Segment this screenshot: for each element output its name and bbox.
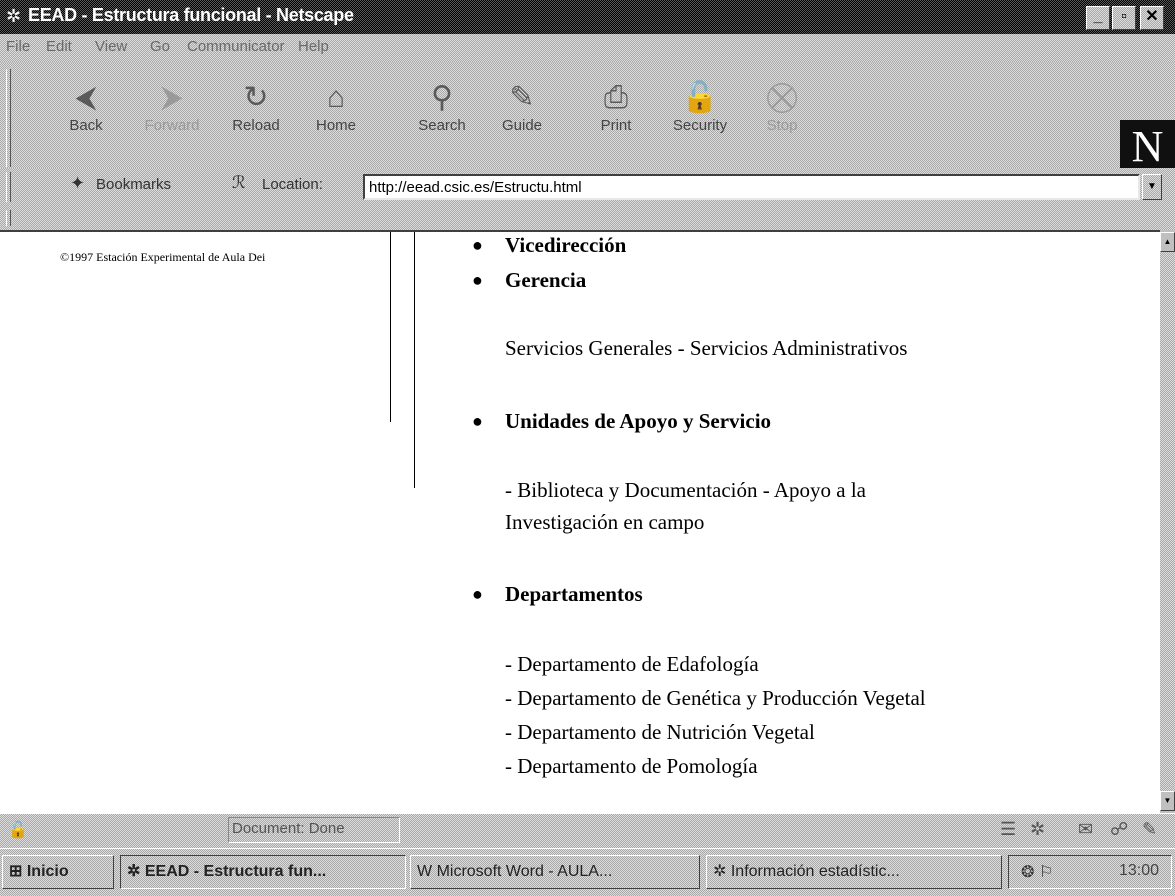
search-label: Search — [418, 117, 466, 134]
security-label: Security — [672, 117, 728, 134]
stop-button[interactable]: ⛒ Stop — [750, 79, 814, 151]
windows-taskbar: ⊞ Inicio ✲ EEAD - Estructura fun... W Mi… — [0, 848, 1175, 896]
department-link[interactable]: - Departamento de Nutrición Vegetal — [505, 716, 815, 748]
page-content: ©1997 Estación Experimental de Aula Dei … — [0, 230, 1160, 813]
task-label: EEAD - Estructura fun... — [144, 863, 327, 880]
forward-arrow-icon: ⮞ — [161, 81, 183, 114]
home-label: Home — [315, 117, 356, 134]
bookmarks-button[interactable]: Bookmarks — [96, 176, 171, 193]
system-tray: ❂ ⚐ 13:00 — [1008, 855, 1172, 889]
section-heading-gerencia[interactable]: Gerencia — [505, 268, 586, 293]
search-button[interactable]: ⚲ Search — [410, 79, 474, 151]
section-heading-departamentos[interactable]: Departamentos — [505, 582, 643, 607]
personal-toolbar-grip[interactable] — [6, 210, 11, 226]
location-page-icon[interactable]: ℛ — [232, 173, 246, 193]
section-heading-vicedireccion[interactable]: Vicedirección — [505, 233, 626, 258]
navigation-toolbar: ⮜ Back ⮞ Forward ↻ Reload ⌂ Home ⚲ Searc… — [0, 63, 1175, 173]
tray-clock[interactable]: 13:00 — [1119, 862, 1159, 880]
home-icon: ⌂ — [326, 81, 346, 114]
taskbar-task-word[interactable]: W Microsoft Word - AULA... — [410, 855, 700, 889]
section-heading-unidades[interactable]: Unidades de Apoyo y Servicio — [505, 409, 771, 434]
guide-icon: ✎ — [509, 81, 535, 114]
security-lock-icon: 🔓 — [681, 81, 719, 114]
netscape-task-icon: ✲ — [713, 863, 727, 880]
start-button[interactable]: ⊞ Inicio — [2, 855, 114, 889]
component-bar-composer-icon[interactable]: ✎ — [1142, 819, 1157, 840]
component-bar-discussions-icon[interactable]: ☍ — [1110, 819, 1128, 840]
print-icon: ⎙ — [604, 81, 628, 114]
url-input[interactable] — [363, 174, 1140, 200]
menu-file[interactable]: File — [6, 38, 30, 55]
print-label: Print — [600, 117, 632, 134]
menu-bar: File Edit View Go Communicator Help — [0, 34, 1175, 62]
scroll-up-arrow-icon[interactable]: ▲ — [1160, 232, 1175, 252]
component-bar-mail-icon[interactable]: ✉ — [1078, 819, 1093, 840]
guide-label: Guide — [501, 117, 543, 134]
bookmarks-icon[interactable]: ✦ — [70, 173, 85, 194]
taskbar-task-informacion[interactable]: ✲ Información estadístic... — [706, 855, 1002, 889]
location-bar-grip[interactable] — [6, 172, 11, 202]
menu-view[interactable]: View — [95, 38, 127, 55]
print-button[interactable]: ⎙ Print — [584, 79, 648, 151]
location-label: Location: — [262, 176, 323, 193]
gerencia-services: Servicios Generales - Servicios Administ… — [505, 336, 908, 360]
back-button[interactable]: ⮜ Back — [54, 79, 118, 151]
divider-line — [414, 232, 415, 488]
word-task-icon: W — [417, 863, 433, 880]
bullet-icon: ● — [472, 235, 483, 255]
task-label: Microsoft Word - AULA... — [436, 863, 613, 880]
reload-icon: ↻ — [243, 81, 269, 114]
status-bar: 🔓 Document: Done ☰ ✲ ✉ ☍ ✎ — [0, 813, 1175, 848]
url-dropdown-button[interactable]: ▼ — [1142, 174, 1162, 200]
netscape-window-icon: ✲ — [6, 6, 22, 26]
windows-logo-icon: ⊞ — [9, 863, 23, 880]
progress-icon: ☰ — [1000, 819, 1017, 839]
department-link[interactable]: - Departamento de Edafología — [505, 648, 759, 680]
stop-label: Stop — [766, 117, 798, 134]
divider-line — [390, 232, 391, 422]
department-link[interactable]: - Departamento de Pomología — [505, 750, 758, 782]
back-arrow-icon: ⮜ — [75, 81, 97, 114]
bullet-icon: ● — [472, 411, 483, 431]
reload-label: Reload — [232, 117, 280, 134]
security-button[interactable]: 🔓 Security — [668, 79, 732, 151]
start-label: Inicio — [26, 863, 69, 880]
vertical-scrollbar[interactable] — [1160, 232, 1175, 811]
unidades-line-2: Investigación en campo — [505, 510, 705, 534]
component-bar-navigator-icon[interactable]: ✲ — [1030, 819, 1045, 840]
menu-help[interactable]: Help — [298, 38, 329, 55]
home-button[interactable]: ⌂ Home — [304, 79, 368, 151]
netscape-task-icon: ✲ — [127, 863, 141, 880]
scroll-down-arrow-icon[interactable]: ▼ — [1160, 791, 1175, 811]
copyright-notice: ©1997 Estación Experimental de Aula Dei — [60, 250, 266, 264]
bullet-icon: ● — [472, 584, 483, 604]
forward-label: Forward — [144, 117, 200, 134]
maximize-button[interactable]: ▫ — [1112, 6, 1136, 30]
stop-icon: ⛒ — [766, 81, 798, 114]
menu-edit[interactable]: Edit — [46, 38, 72, 55]
minimize-button[interactable]: _ — [1086, 6, 1110, 30]
taskbar-task-netscape[interactable]: ✲ EEAD - Estructura fun... — [120, 855, 406, 889]
bullet-icon: ● — [472, 270, 483, 290]
menu-go[interactable]: Go — [150, 38, 170, 55]
title-bar[interactable]: ✲ EEAD - Estructura funcional - Netscape… — [0, 0, 1175, 34]
task-label: Información estadístic... — [730, 863, 900, 880]
reload-button[interactable]: ↻ Reload — [224, 79, 288, 151]
window-title: EEAD - Estructura funcional - Netscape — [28, 5, 354, 25]
status-text: Document: Done — [232, 820, 345, 837]
forward-button[interactable]: ⮞ Forward — [140, 79, 204, 151]
back-label: Back — [69, 117, 103, 134]
unidades-line-1: - Biblioteca y Documentación - Apoyo a l… — [505, 478, 866, 502]
toolbar-grip[interactable] — [6, 69, 11, 167]
tray-icons[interactable]: ❂ ⚐ — [1021, 862, 1053, 882]
menu-communicator[interactable]: Communicator — [187, 38, 285, 55]
search-icon: ⚲ — [431, 81, 453, 114]
personal-toolbar — [0, 208, 1175, 230]
close-button[interactable]: ✕ — [1140, 6, 1164, 30]
security-status-icon[interactable]: 🔓 — [8, 820, 28, 840]
guide-button[interactable]: ✎ Guide — [490, 79, 554, 151]
department-link[interactable]: - Departamento de Genética y Producción … — [505, 682, 926, 714]
